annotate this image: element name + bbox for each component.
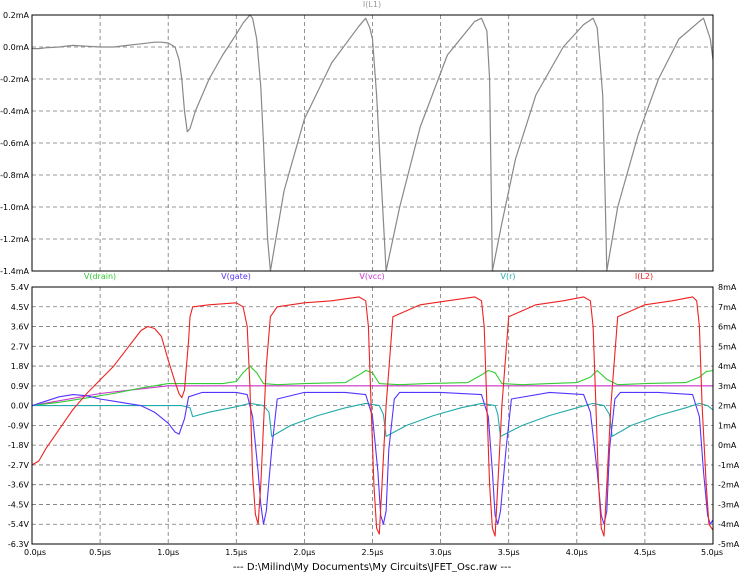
legend-i-l2: I(L2)	[635, 272, 653, 281]
top-pane-y-ticks: 0.2mA 0.0mA -0.2mA -0.4mA -0.6mA -0.8mA -1.0mA…	[0, 11, 29, 276]
x-tick-label: 4.0µs	[566, 548, 588, 557]
left-y-tick-label: 1.8V	[11, 362, 30, 371]
x-tick-label: 1.0µs	[157, 548, 179, 557]
bottom-pane-x-ticks: 0.0µs 0.5µs 1.0µs 1.5µs 2.0µs 2.5µs 3.0µs 3.5µs…	[24, 548, 723, 557]
right-y-tick-label: 5mA	[718, 342, 737, 351]
top-y-tick-label: -0.8mA	[0, 171, 29, 180]
x-tick-label: 2.0µs	[293, 548, 315, 557]
top-y-tick-label: -0.2mA	[0, 75, 29, 84]
left-y-tick-label: 4.5V	[11, 303, 30, 312]
left-y-tick-label: 0.0V	[11, 402, 30, 411]
left-y-tick-label: -5.4V	[8, 520, 30, 529]
right-y-tick-label: 4mA	[718, 362, 737, 371]
x-tick-label: 3.0µs	[430, 548, 452, 557]
top-y-tick-label: -0.6mA	[0, 139, 29, 148]
left-y-tick-label: -2.7V	[8, 461, 30, 470]
top-y-tick-label: -1.0mA	[0, 203, 29, 212]
legend-v-r: V(r)	[500, 272, 515, 281]
legend-v-gate: V(gate)	[221, 272, 251, 281]
x-tick-label: 4.5µs	[634, 548, 656, 557]
left-y-tick-label: -0.9V	[8, 421, 30, 430]
top-pane-grid	[32, 15, 713, 271]
left-y-tick-label: 0.9V	[11, 382, 30, 391]
top-y-tick-label: -1.2mA	[0, 235, 29, 244]
right-y-tick-label: 3mA	[718, 382, 737, 391]
left-y-tick-label: -4.5V	[8, 500, 30, 509]
legend-v-vcc: V(vcc)	[359, 272, 384, 281]
x-tick-label: 5.0µs	[701, 548, 723, 557]
right-y-tick-label: 8mA	[718, 283, 737, 292]
right-y-tick-label: 7mA	[718, 303, 737, 312]
right-y-tick-label: 2mA	[718, 402, 737, 411]
x-tick-label: 3.5µs	[498, 548, 520, 557]
bottom-pane-y-ticks-left: 5.4V 4.5V 3.6V 2.7V 1.8V 0.9V 0.0V -0.9V -1.8V -2…	[8, 283, 30, 549]
top-y-tick-label: -0.4mA	[0, 107, 29, 116]
right-y-tick-label: -3mA	[718, 500, 740, 509]
top-y-tick-label: -1.4mA	[0, 267, 29, 276]
oscilloscope-plot: I(L1) 0.2mA 0.0mA -0.2mA -0.4mA -0.6mA -0.8mA…	[0, 0, 740, 572]
right-y-tick-label: 0mA	[718, 441, 737, 450]
right-y-tick-label: -4mA	[718, 520, 740, 529]
legend-v-drain: V(drain)	[84, 272, 116, 281]
bottom-pane-y-ticks-right: 8mA 7mA 6mA 5mA 4mA 3mA 2mA 1mA 0mA -1mA -2mA -3mA -…	[718, 283, 740, 549]
left-y-tick-label: -3.6V	[8, 481, 30, 490]
right-y-tick-label: -2mA	[718, 481, 740, 490]
bottom-pane-legend: V(drain) V(gate) V(vcc) V(r) I(L2)	[84, 272, 653, 281]
x-tick-label: 0.0µs	[24, 548, 46, 557]
left-y-tick-label: 2.7V	[11, 342, 30, 351]
file-title: --- D:\Milind\My Documents\My Circuits\J…	[233, 562, 512, 572]
left-y-tick-label: -1.8V	[8, 441, 30, 450]
right-y-tick-label: 1mA	[718, 421, 737, 430]
x-tick-label: 0.5µs	[89, 548, 111, 557]
right-y-tick-label: 6mA	[718, 323, 737, 332]
top-y-tick-label: 0.0mA	[3, 43, 30, 52]
top-y-tick-label: 0.2mA	[3, 11, 30, 20]
top-pane-title: I(L1)	[363, 0, 381, 9]
x-tick-label: 1.5µs	[225, 548, 247, 557]
right-y-tick-label: -1mA	[718, 461, 740, 470]
left-y-tick-label: 5.4V	[11, 283, 30, 292]
x-tick-label: 2.5µs	[362, 548, 384, 557]
left-y-tick-label: 3.6V	[11, 323, 30, 332]
